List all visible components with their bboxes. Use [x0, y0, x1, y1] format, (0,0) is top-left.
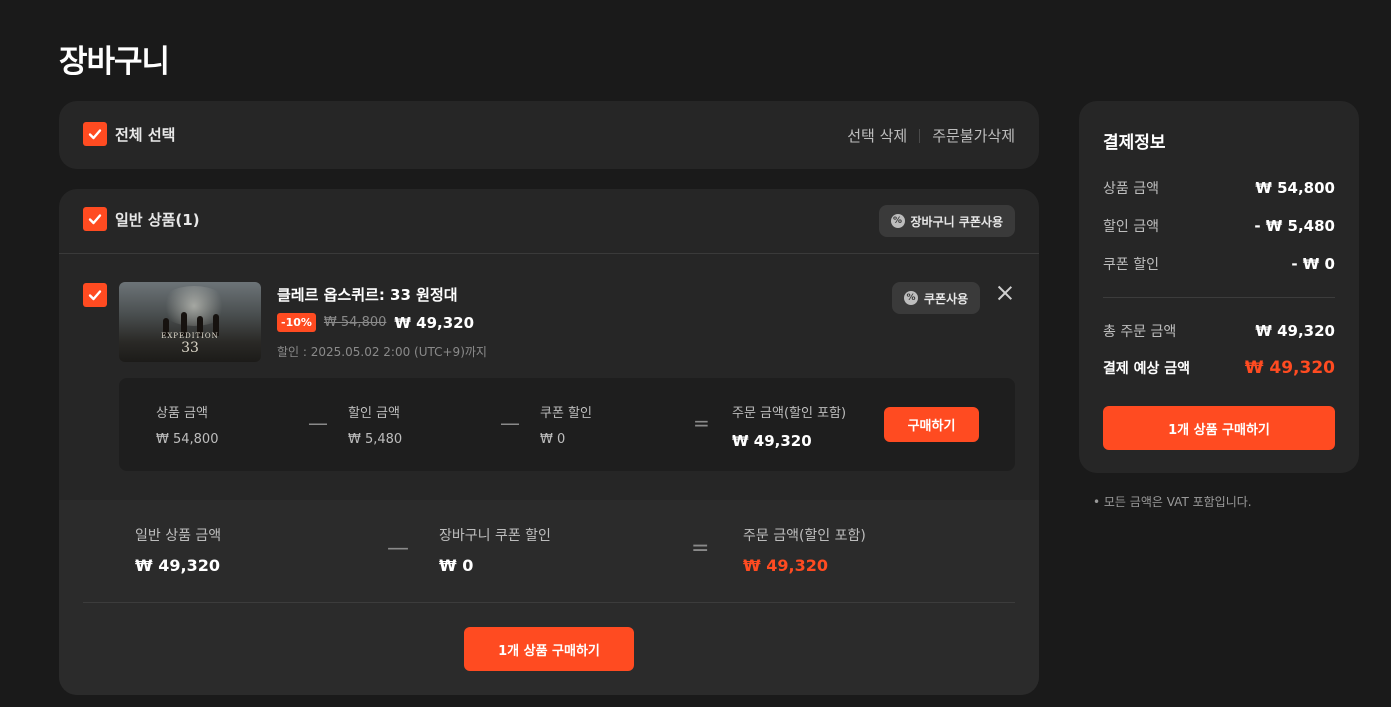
- order-amount: 주문 금액(할인 포함) ₩ 49,320: [732, 402, 846, 450]
- coupon-amount-label: 쿠폰 할인: [540, 406, 592, 421]
- coupon-amount-value: ₩ 0: [540, 432, 566, 447]
- payment-product-value: ₩ 54,800: [1255, 179, 1335, 197]
- payment-product-label: 상품 금액: [1103, 181, 1159, 197]
- payment-total-value: ₩ 49,320: [1255, 322, 1335, 340]
- discount-amount-label: 할인 금액: [348, 406, 400, 421]
- general-amount-label: 일반 상품 금액: [135, 528, 222, 544]
- item-checkbox[interactable]: [83, 283, 107, 307]
- section-order-amount-value: ₩ 49,320: [743, 556, 828, 575]
- payment-total-label: 총 주문 금액: [1103, 324, 1177, 340]
- payment-coupon-row: 쿠폰 할인 - ₩ 0: [1103, 254, 1335, 274]
- buy-section-button[interactable]: 1개 상품 구매하기: [464, 627, 634, 671]
- product-thumbnail[interactable]: EXPEDITION 33: [119, 282, 261, 362]
- product-amount-value: ₩ 54,800: [156, 432, 219, 447]
- payment-discount-row: 할인 금액 - ₩ 5,480: [1103, 216, 1335, 236]
- divider: [919, 128, 921, 143]
- divider: [1103, 297, 1335, 298]
- cart-coupon-discount: 장바구니 쿠폰 할인 ₩ 0: [439, 525, 551, 575]
- thumbnail-logo: EXPEDITION: [161, 332, 219, 340]
- buy-item-button[interactable]: 구매하기: [884, 407, 979, 442]
- coupon-icon: %: [890, 214, 905, 228]
- payment-expected-value: ₩ 49,320: [1244, 358, 1335, 378]
- section-title: 일반 상품(1): [115, 211, 200, 229]
- general-amount-value: ₩ 49,320: [135, 556, 220, 575]
- section-header: 일반 상품(1) % 장바구니 쿠폰사용: [59, 189, 1039, 254]
- payment-discount-value: - ₩ 5,480: [1254, 217, 1335, 235]
- item-price-breakdown: 상품 금액 ₩ 54,800 — 할인 금액 ₩ 5,480 — 쿠폰 할인 ₩…: [119, 378, 1015, 471]
- select-all-checkbox[interactable]: [83, 122, 107, 146]
- page-title: 장바구니: [59, 44, 170, 80]
- equals-sign: =: [693, 411, 710, 435]
- product-amount-label: 상품 금액: [156, 406, 208, 421]
- checkout-button[interactable]: 1개 상품 구매하기: [1103, 406, 1335, 450]
- minus-sign: —: [387, 536, 409, 561]
- payment-title: 결제정보: [1103, 133, 1166, 153]
- minus-sign: —: [308, 411, 328, 435]
- payment-discount-label: 할인 금액: [1103, 219, 1159, 235]
- cart-coupon-discount-label: 장바구니 쿠폰 할인: [439, 528, 551, 544]
- payment-product-row: 상품 금액 ₩ 54,800: [1103, 178, 1335, 198]
- select-all-bar: 전체 선택 선택 삭제 주문불가삭제: [59, 101, 1039, 169]
- payment-expected-row: 결제 예상 금액 ₩ 49,320: [1103, 358, 1335, 378]
- check-icon: [88, 129, 102, 140]
- cart-coupon-button[interactable]: % 장바구니 쿠폰사용: [878, 205, 1015, 237]
- section-order-amount: 주문 금액(할인 포함) ₩ 49,320: [743, 525, 866, 575]
- close-icon[interactable]: [994, 282, 1016, 304]
- order-amount-label: 주문 금액(할인 포함): [732, 406, 847, 421]
- thumbnail-number: 33: [181, 340, 199, 356]
- coupon-amount: 쿠폰 할인 ₩ 0: [540, 402, 592, 447]
- minus-sign: —: [500, 411, 520, 435]
- payment-coupon-label: 쿠폰 할인: [1103, 257, 1159, 273]
- item-coupon-label: 쿠폰사용: [924, 291, 969, 306]
- general-amount: 일반 상품 금액 ₩ 49,320: [135, 525, 221, 575]
- item-coupon-button[interactable]: % 쿠폰사용: [892, 282, 981, 314]
- check-icon: [88, 290, 102, 301]
- vat-note: • 모든 금액은 VAT 포함입니다.: [1093, 495, 1252, 509]
- discount-amount-value: ₩ 5,480: [348, 432, 403, 447]
- discount-period: 할인 : 2025.05.02 2:00 (UTC+9)까지: [277, 345, 487, 359]
- select-all-label: 전체 선택: [115, 126, 176, 144]
- check-icon: [88, 214, 102, 225]
- general-products-section: 일반 상품(1) % 장바구니 쿠폰사용 EXPEDITION 33 클레르 옵…: [59, 189, 1039, 695]
- section-order-amount-label: 주문 금액(할인 포함): [743, 528, 866, 544]
- section-checkbox[interactable]: [83, 207, 107, 231]
- product-title[interactable]: 클레르 옵스퀴르: 33 원정대: [277, 284, 458, 305]
- cart-coupon-discount-value: ₩ 0: [439, 556, 474, 575]
- payment-coupon-value: - ₩ 0: [1291, 255, 1335, 273]
- payment-total-row: 총 주문 금액 ₩ 49,320: [1103, 321, 1335, 341]
- payment-info-panel: 결제정보 상품 금액 ₩ 54,800 할인 금액 - ₩ 5,480 쿠폰 할…: [1079, 101, 1359, 473]
- product-amount: 상품 금액 ₩ 54,800: [156, 402, 218, 447]
- section-summary: 일반 상품 금액 ₩ 49,320 — 장바구니 쿠폰 할인 ₩ 0 = 주문 …: [59, 500, 1039, 695]
- equals-sign: =: [691, 536, 710, 561]
- price-line: -10% ₩ 54,800 ₩ 49,320: [277, 313, 474, 332]
- order-amount-value: ₩ 49,320: [732, 432, 812, 450]
- discount-amount: 할인 금액 ₩ 5,480: [348, 402, 402, 447]
- delete-unavailable-button[interactable]: 주문불가삭제: [932, 125, 1015, 146]
- coupon-icon: %: [904, 291, 918, 305]
- original-price: ₩ 54,800: [323, 315, 387, 330]
- delete-selected-button[interactable]: 선택 삭제: [847, 125, 907, 146]
- cart-coupon-label: 장바구니 쿠폰사용: [910, 214, 1004, 229]
- sale-price: ₩ 49,320: [394, 313, 475, 332]
- bulk-actions: 선택 삭제 주문불가삭제: [847, 125, 1015, 146]
- discount-badge: -10%: [277, 313, 316, 332]
- payment-expected-label: 결제 예상 금액: [1103, 361, 1191, 377]
- divider: [83, 602, 1015, 603]
